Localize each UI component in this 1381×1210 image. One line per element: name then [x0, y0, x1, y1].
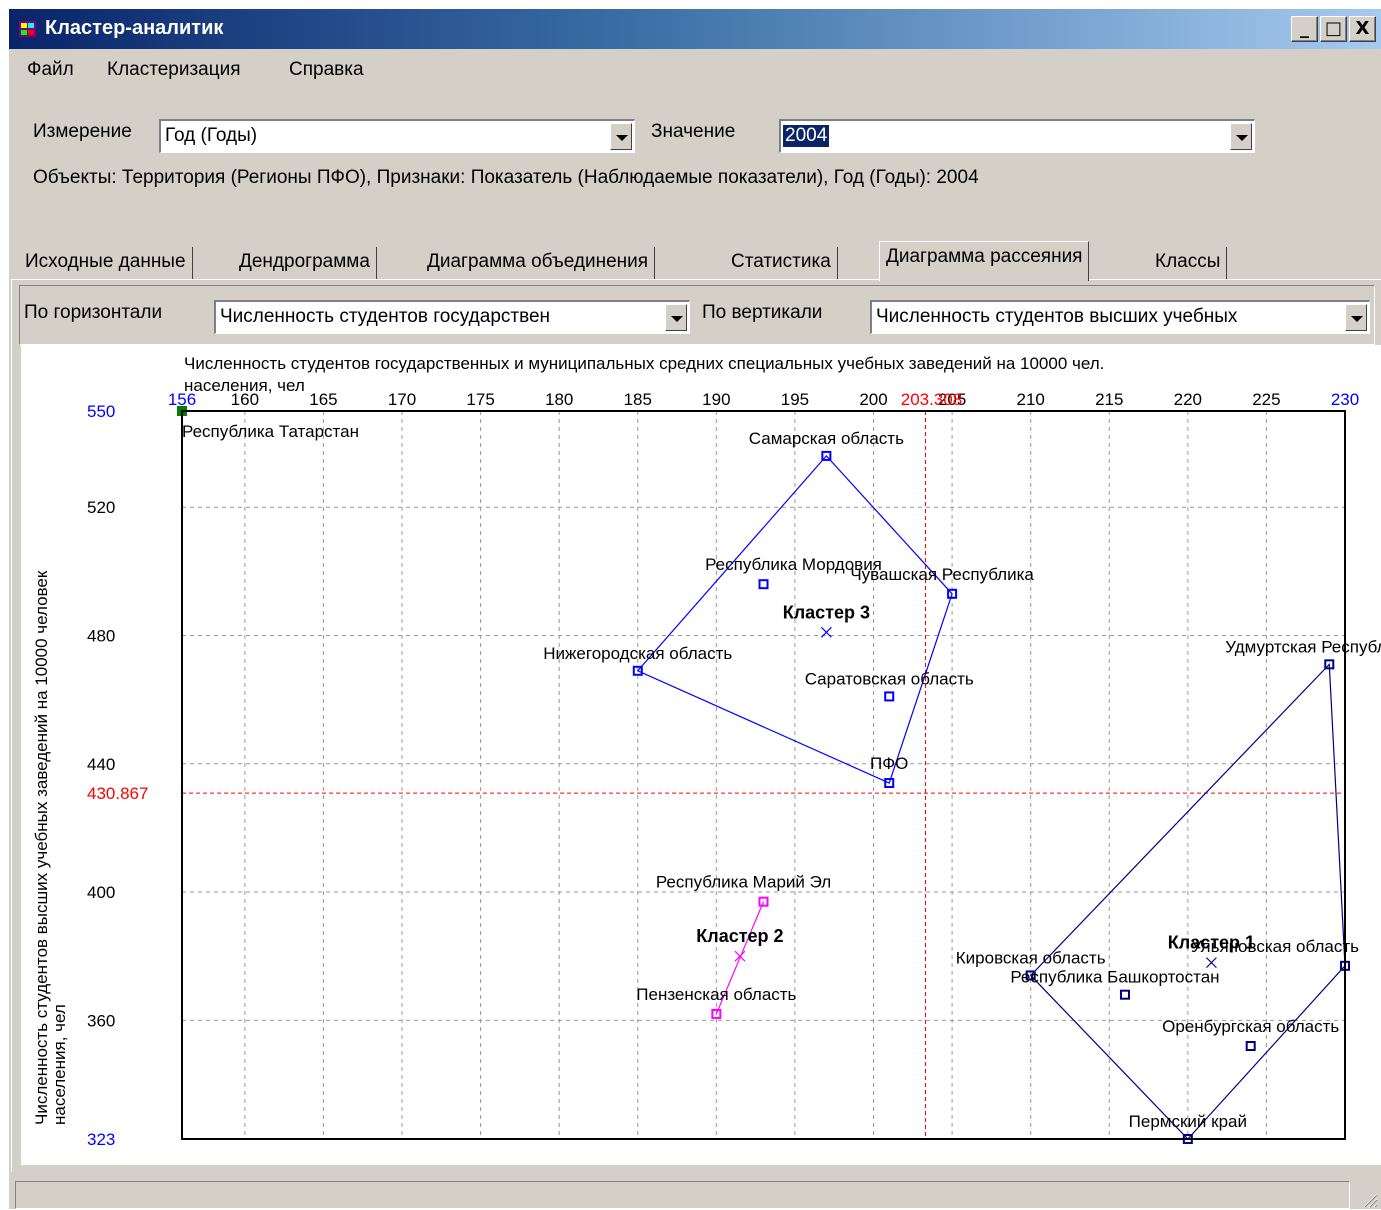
y-axis-title: Численность студентов высших учебных зав… [32, 570, 51, 1125]
point-label: Кировская область [956, 948, 1106, 967]
dimension-select[interactable]: Год (Годы) [159, 119, 635, 153]
vertical-label: По вертикали [702, 302, 823, 323]
y-tick-label: 360 [87, 1011, 115, 1030]
point-label: Нижегородская область [543, 644, 732, 663]
x-tick-label: 185 [624, 390, 652, 409]
vertical-select[interactable]: Численность студентов высших учебных [870, 300, 1370, 334]
horizontal-label: По горизонтали [24, 302, 163, 323]
menu-file[interactable]: Файл [27, 59, 74, 81]
y-axis-title-line2: населения, чел [50, 1004, 69, 1125]
y-tick-label: 480 [87, 626, 115, 645]
tab-merge-diagram[interactable]: Диаграмма объединения [421, 247, 656, 279]
data-points: Республика Татарстан Самарская область Рес… [177, 406, 1381, 1144]
centroid-marker [734, 950, 746, 962]
point-label: Саратовская область [805, 669, 974, 688]
vertical-value: Численность студентов высших учебных [876, 306, 1238, 327]
x-tick-label: 215 [1095, 390, 1123, 409]
status-bar [9, 1173, 1381, 1210]
menu-help[interactable]: Справка [289, 59, 364, 81]
x-tick-label: 180 [545, 390, 573, 409]
x-tick-label: 160 [231, 390, 259, 409]
scatter-point [758, 579, 769, 590]
app-icon [19, 21, 36, 37]
centroid-marker [820, 626, 832, 638]
point-label: Республика Башкортостан [1010, 968, 1219, 987]
y-tick-label: 400 [87, 883, 115, 902]
resize-grip-icon[interactable] [1360, 1190, 1378, 1208]
x-tick-label: 220 [1174, 390, 1202, 409]
app-window: Кластер-аналитик _ □ X Файл Кластеризаци… [8, 8, 1381, 1209]
y-mean-label: 430.867 [87, 784, 148, 803]
x-tick-label: 190 [702, 390, 730, 409]
point-label: Чувашская Республика [850, 565, 1034, 584]
x-tick-label: 210 [1016, 390, 1044, 409]
minimize-button[interactable]: _ [1291, 16, 1318, 42]
x-mean-label: 203.308 [901, 390, 962, 409]
y-max-label: 550 [87, 402, 115, 421]
menu-bar: Файл Кластеризация Справка [9, 57, 1381, 87]
tab-source-data[interactable]: Исходные данные [19, 247, 193, 279]
y-tick-label: 440 [87, 755, 115, 774]
info-text: Объекты: Территория (Регионы ПФО), Призн… [33, 167, 979, 188]
scatter-point [1119, 989, 1130, 1000]
chevron-down-icon[interactable] [610, 123, 632, 150]
scatter-point [884, 691, 895, 702]
cluster-label: Кластер 2 [696, 926, 783, 946]
x-tick-label: 225 [1252, 390, 1280, 409]
x-max-label: 230 [1331, 390, 1359, 409]
parameters-panel: Измерение Год (Годы) Значение 2004 Объек… [9, 95, 1381, 237]
x-tick-label: 165 [309, 390, 337, 409]
value-value: 2004 [783, 125, 830, 147]
menu-clustering[interactable]: Кластеризация [107, 59, 241, 81]
scatter-chart[interactable]: Численность студентов государственных и … [21, 345, 1381, 1165]
scatter-plot-area: Численность студентов государственных и … [21, 345, 1381, 1165]
tab-classes[interactable]: Классы [1149, 247, 1228, 279]
centroid-marker [1205, 957, 1217, 969]
point-label: Республика Марий Эл [656, 873, 831, 892]
cluster-label: Кластер 3 [783, 602, 870, 622]
chevron-down-icon[interactable] [665, 304, 687, 331]
x-tick-label: 195 [781, 390, 809, 409]
tab-scatter[interactable]: Диаграмма рассеяния [879, 241, 1090, 281]
cluster-label: Кластер 1 [1168, 933, 1255, 953]
point-label: Оренбургская область [1162, 1017, 1339, 1036]
chevron-down-icon[interactable] [1230, 123, 1252, 150]
y-min-label: 323 [87, 1130, 115, 1149]
horizontal-value: Численность студентов государствен [220, 306, 551, 327]
title-bar[interactable]: Кластер-аналитик _ □ X [9, 9, 1381, 49]
value-label: Значение [651, 121, 736, 142]
scatter-point [1245, 1040, 1256, 1051]
x-tick-label: 170 [388, 390, 416, 409]
dimension-value: Год (Годы) [165, 125, 258, 146]
point-label: ПФО [870, 754, 908, 773]
point-label: Пензенская область [636, 985, 796, 1004]
maximize-button[interactable]: □ [1320, 16, 1347, 42]
axis-selection-panel: По горизонтали Численность студентов гос… [19, 285, 1375, 345]
point-label: Самарская область [749, 429, 904, 448]
y-tick-label: 520 [87, 498, 115, 517]
x-tick-label: 175 [466, 390, 494, 409]
tab-bar: Исходные данные Дендрограмма Диаграмма о… [9, 241, 1381, 281]
cluster-centroids: Кластер 1 Кластер 2 Кластер 3 [696, 602, 1255, 969]
value-select[interactable]: 2004 [779, 119, 1255, 153]
status-cell [15, 1181, 1350, 1209]
close-button[interactable]: X [1349, 16, 1376, 42]
point-label: Пермский край [1129, 1112, 1247, 1131]
point-label: Удмуртская Республика [1225, 637, 1381, 656]
x-axis-title: Численность студентов государственных и … [184, 354, 1104, 373]
chevron-down-icon[interactable] [1345, 304, 1367, 331]
tab-statistics[interactable]: Статистика [725, 247, 838, 279]
point-label: Республика Татарстан [182, 422, 359, 441]
horizontal-select[interactable]: Численность студентов государствен [214, 300, 690, 334]
x-tick-label: 200 [859, 390, 887, 409]
window-title: Кластер-аналитик [45, 17, 224, 39]
tab-dendrogram[interactable]: Дендрограмма [233, 247, 377, 279]
dimension-label: Измерение [33, 121, 132, 142]
